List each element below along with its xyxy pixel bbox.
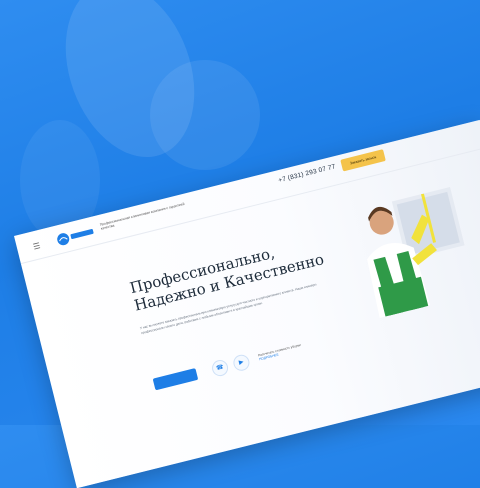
calc-note: Рассчитать стоимость уборки ПОДРОБНЕЕ [258, 337, 328, 361]
play-icon[interactable]: ▶ [231, 353, 252, 373]
order-button[interactable] [152, 368, 199, 391]
cleaner-photo [329, 168, 480, 362]
header-tagline: Профессиональная клининговая компания с … [99, 201, 185, 231]
hamburger-icon[interactable]: ☰ [32, 241, 41, 251]
logo[interactable] [55, 224, 97, 247]
phone-number[interactable]: +7 (831) 293 07 77 [278, 163, 337, 184]
background-shape [150, 60, 260, 170]
callback-button[interactable]: Заказать звонок [340, 149, 386, 172]
phone-icon[interactable]: ☎ [210, 358, 230, 378]
